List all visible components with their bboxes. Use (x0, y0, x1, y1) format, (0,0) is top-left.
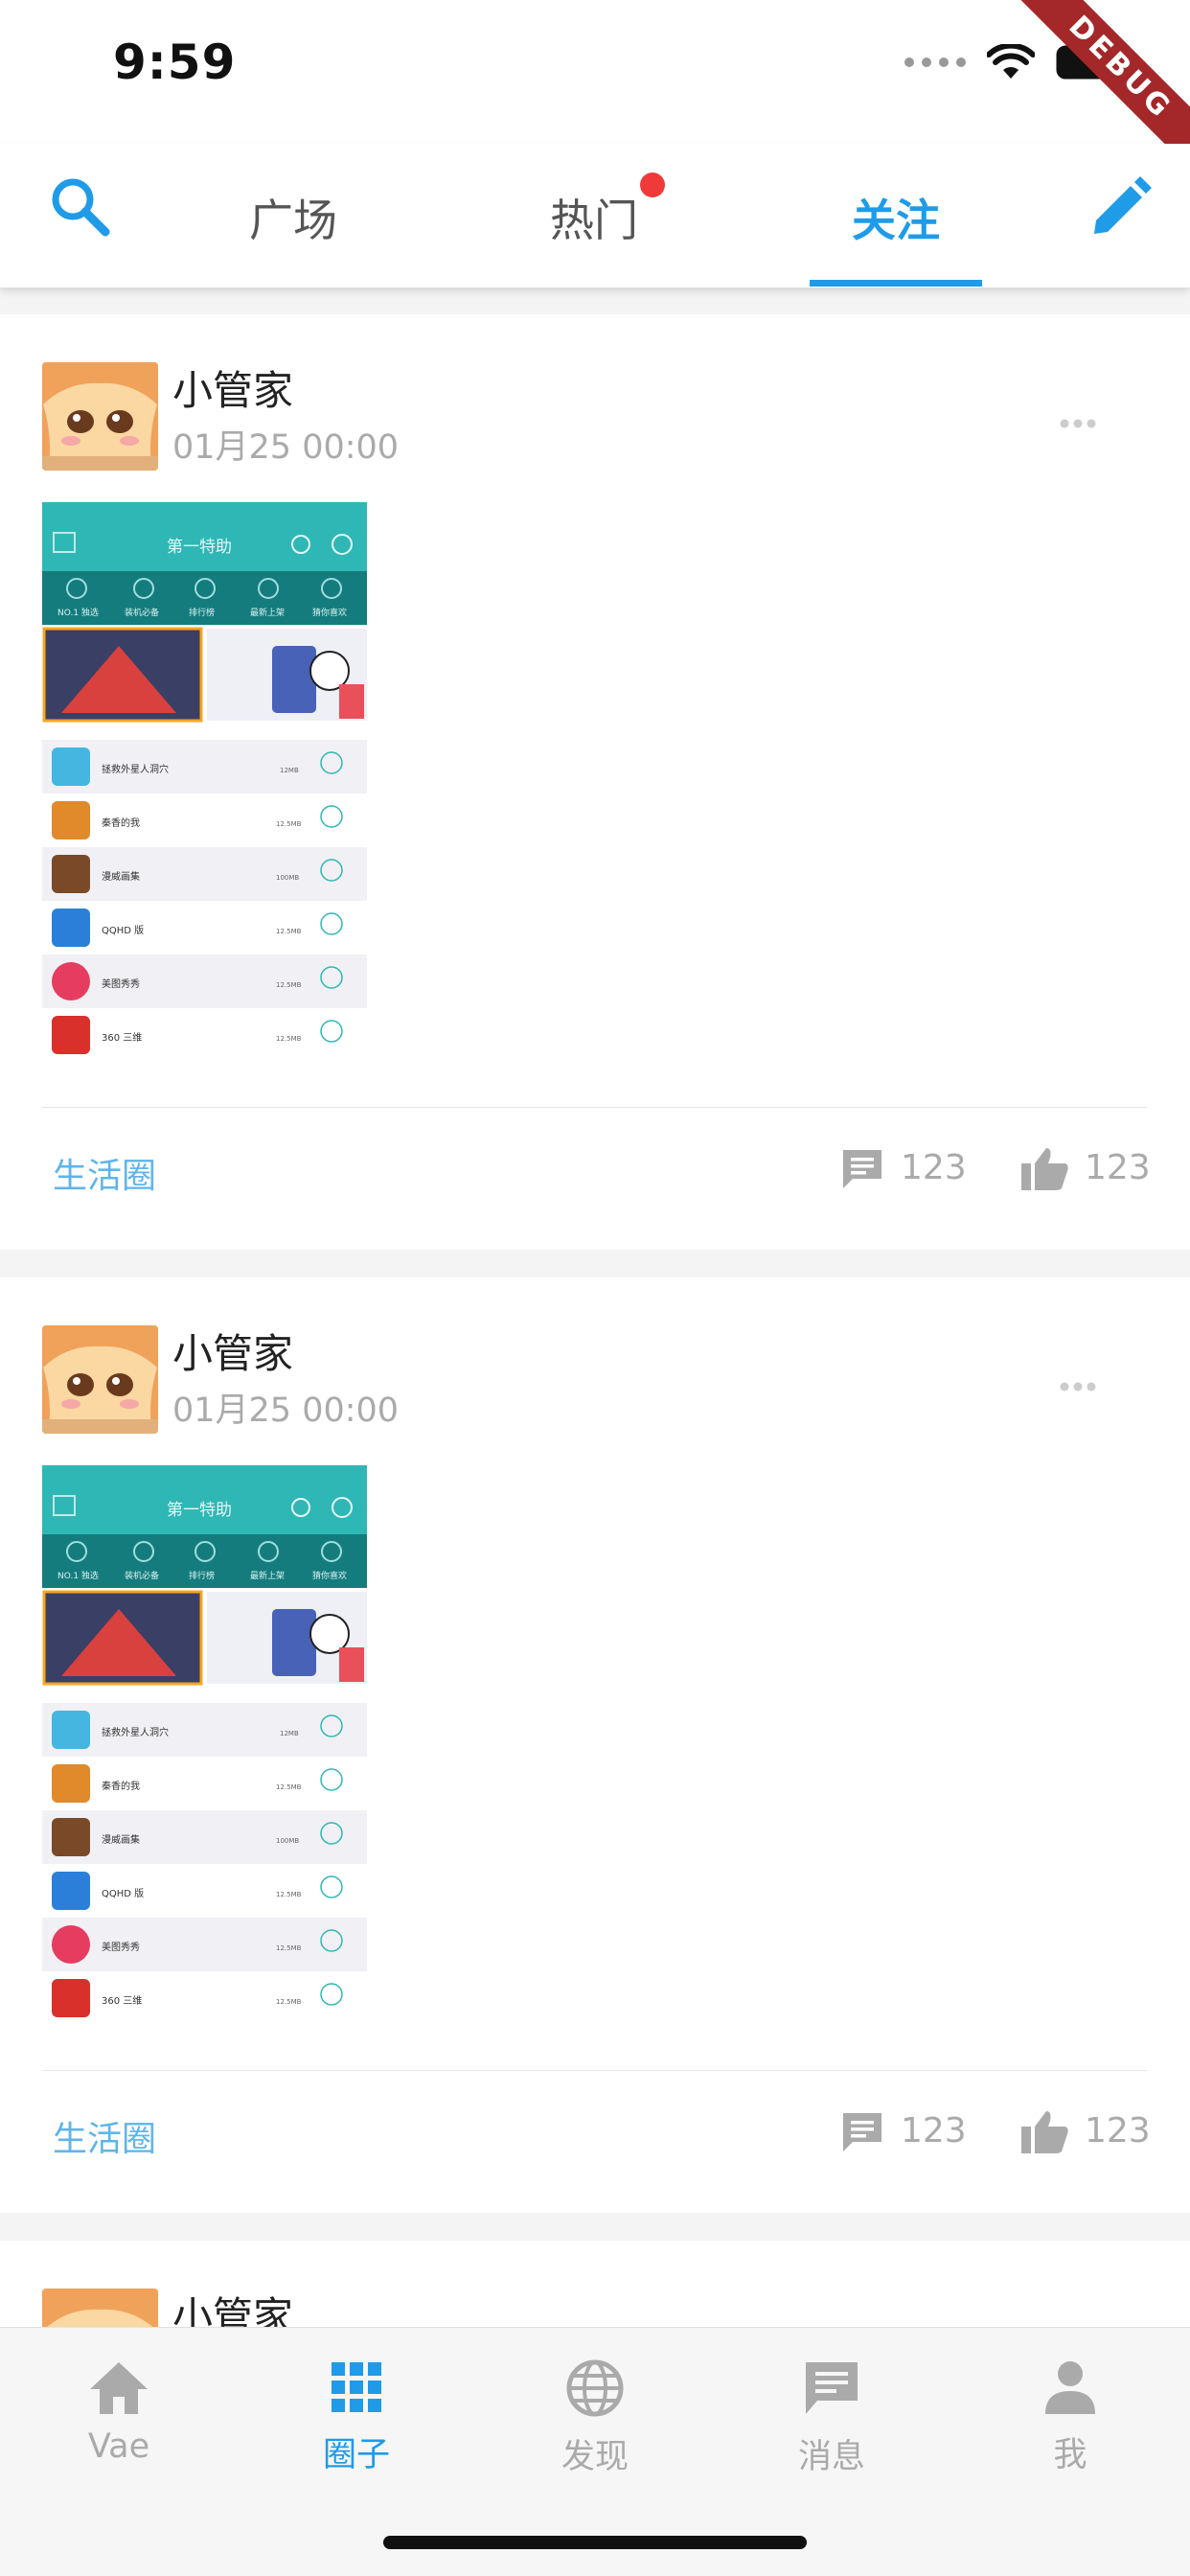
svg-text:QQHD 版: QQHD 版 (102, 924, 144, 936)
nav-messages[interactable]: 消息 (755, 2358, 908, 2478)
globe-icon (566, 2359, 624, 2417)
top-tab-bar: 广场 热门 关注 (0, 144, 1190, 288)
comment-count: 123 (901, 2111, 967, 2150)
svg-text:12MB: 12MB (280, 1730, 299, 1737)
svg-text:排行榜: 排行榜 (189, 1570, 215, 1581)
hot-badge (640, 172, 665, 197)
search-icon[interactable] (48, 174, 111, 242)
svg-text:秦香的我: 秦香的我 (102, 816, 140, 829)
nav-label: Vae (87, 2427, 150, 2466)
svg-text:NO.1 独选: NO.1 独选 (57, 1570, 99, 1581)
like-count: 123 (1085, 2111, 1151, 2150)
nav-label: 发现 (561, 2438, 629, 2476)
nav-label: 我 (1053, 2436, 1087, 2474)
post-image[interactable]: 第一特助 NO.1 独选 装机必备 排行榜 最新上架 猜你喜欢 拯救外星人洞穴 (42, 1465, 367, 2040)
svg-text:拯救外星人洞穴: 拯救外星人洞穴 (102, 1726, 169, 1738)
comment-icon[interactable] (839, 2109, 885, 2159)
post-category-link[interactable]: 生活圈 (53, 1148, 156, 1198)
embedded-app-title: 第一特助 (167, 538, 232, 557)
svg-text:360 三维: 360 三维 (102, 1031, 142, 1044)
post-time: 01月25 00:00 (172, 1392, 400, 1430)
tab-following[interactable]: 关注 (852, 186, 940, 249)
svg-text:美图秀秀: 美图秀秀 (102, 978, 140, 990)
svg-text:美图秀秀: 美图秀秀 (102, 1941, 140, 1953)
post-card[interactable]: 小管家 (0, 2241, 1190, 2336)
post-image[interactable]: 第一特助 NO.1 独选 装机必备 排行榜 最新上架 猜你喜欢 拯救外星人洞穴 (42, 502, 367, 1077)
divider (42, 2070, 1147, 2071)
status-time: 9:59 (113, 34, 237, 90)
like-count: 123 (1085, 1148, 1151, 1187)
tab-hot[interactable]: 热门 (550, 186, 638, 249)
post-category-link[interactable]: 生活圈 (53, 2111, 156, 2161)
svg-text:最新上架: 最新上架 (250, 607, 285, 618)
divider (42, 1107, 1147, 1108)
svg-text:12.5MB: 12.5MB (276, 1783, 302, 1791)
svg-text:12.5MB: 12.5MB (276, 1891, 302, 1898)
like-icon[interactable] (1019, 1144, 1071, 1196)
svg-text:12MB: 12MB (280, 767, 299, 774)
edit-icon[interactable] (1087, 174, 1154, 245)
svg-text:秦香的我: 秦香的我 (102, 1780, 140, 1792)
status-bar: 9:59 DEBUG (0, 0, 1190, 196)
svg-text:100MB: 100MB (276, 1837, 299, 1845)
svg-text:12.5MB: 12.5MB (276, 820, 302, 828)
nav-me[interactable]: 我 (994, 2358, 1147, 2476)
svg-text:12.5MB: 12.5MB (276, 1998, 302, 2006)
nav-home[interactable]: Vae (42, 2358, 195, 2466)
svg-text:漫威画集: 漫威画集 (102, 1833, 140, 1846)
person-icon (1045, 2361, 1095, 2414)
wifi-icon (987, 44, 1035, 80)
svg-text:排行榜: 排行榜 (189, 607, 215, 618)
avatar[interactable] (42, 1325, 158, 1434)
svg-text:猜你喜欢: 猜你喜欢 (312, 607, 347, 618)
svg-text:12.5MB: 12.5MB (276, 981, 302, 989)
avatar[interactable] (42, 362, 158, 471)
svg-text:12.5MB: 12.5MB (276, 928, 302, 935)
svg-text:QQHD 版: QQHD 版 (102, 1887, 144, 1899)
post-card[interactable]: 小管家 01月25 00:00 第一特助 NO.1 独选 装机必备 排行榜 最新… (0, 1277, 1190, 2213)
svg-text:NO.1 独选: NO.1 独选 (57, 607, 99, 618)
like-icon[interactable] (1019, 2107, 1071, 2159)
post-username[interactable]: 小管家 (172, 358, 293, 417)
active-tab-indicator (810, 280, 982, 287)
svg-text:最新上架: 最新上架 (250, 1570, 285, 1581)
nav-circle[interactable]: 圈子 (280, 2358, 433, 2476)
post-time: 01月25 00:00 (172, 428, 400, 467)
svg-text:漫威画集: 漫威画集 (102, 870, 140, 883)
embedded-app-title: 第一特助 (167, 1501, 232, 1520)
post-username[interactable]: 小管家 (172, 1322, 293, 1380)
svg-text:12.5MB: 12.5MB (276, 1944, 302, 1952)
home-indicator (383, 2536, 807, 2549)
nav-label: 消息 (797, 2438, 865, 2476)
svg-text:12.5MB: 12.5MB (276, 1035, 302, 1043)
svg-text:装机必备: 装机必备 (125, 607, 159, 618)
message-icon (806, 2362, 858, 2414)
nav-label: 圈子 (322, 2436, 390, 2474)
tab-square[interactable]: 广场 (249, 186, 337, 249)
comment-icon[interactable] (839, 1146, 885, 1196)
svg-text:装机必备: 装机必备 (125, 1570, 159, 1581)
svg-text:360 三维: 360 三维 (102, 1994, 142, 2007)
comment-count: 123 (901, 1148, 967, 1187)
svg-text:100MB: 100MB (276, 874, 299, 882)
home-icon (90, 2362, 148, 2414)
nav-discover[interactable]: 发现 (518, 2358, 672, 2478)
more-icon[interactable] (1059, 1378, 1097, 1396)
svg-text:拯救外星人洞穴: 拯救外星人洞穴 (102, 763, 169, 775)
more-icon[interactable] (1059, 415, 1097, 433)
post-card[interactable]: 小管家 01月25 00:00 第一特助 NO.1 独选 装机必备 排行榜 最新… (0, 314, 1190, 1250)
signal-icon (904, 58, 966, 67)
svg-text:猜你喜欢: 猜你喜欢 (312, 1570, 347, 1581)
grid-icon (332, 2362, 381, 2412)
